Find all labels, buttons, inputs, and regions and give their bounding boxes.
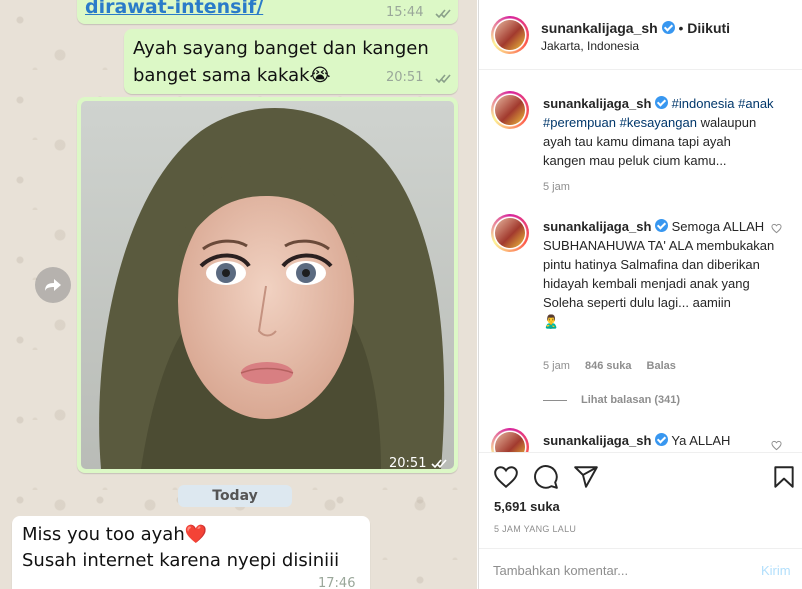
message-time: 20:51: [386, 70, 424, 85]
heart-outline-icon[interactable]: [771, 223, 782, 234]
reply-button[interactable]: Balas: [647, 360, 676, 372]
portrait-illustration: [99, 108, 445, 469]
avatar[interactable]: [491, 428, 529, 452]
double-check-icon: [435, 74, 451, 84]
heart-outline-icon[interactable]: [771, 440, 782, 451]
view-replies-button[interactable]: Lihat balasan (341): [543, 394, 680, 406]
double-check-icon: [431, 459, 447, 469]
username-link[interactable]: sunankalijaga_sh: [543, 433, 651, 448]
emoji: 🙎‍♂️: [543, 314, 560, 329]
chat-screenshot: dirawat-intensif/ 15:44 Ayah sayang bang…: [0, 0, 477, 589]
share-icon[interactable]: [573, 464, 599, 490]
verified-badge-icon: [655, 96, 669, 109]
comment-meta: 5 jam 846 suka Balas: [543, 360, 688, 372]
avatar[interactable]: [491, 214, 529, 252]
portrait-photo[interactable]: 20:51: [81, 101, 454, 469]
add-comment-bar: Kirim: [479, 548, 802, 589]
heart-icon[interactable]: [493, 464, 519, 490]
link-message-bubble: dirawat-intensif/ 15:44: [77, 0, 458, 24]
caption-time[interactable]: 5 jam: [543, 181, 570, 193]
comment-input[interactable]: [493, 559, 733, 581]
avatar[interactable]: [491, 91, 529, 129]
post-actions: 5,691 suka 5 JAM YANG LALU: [479, 452, 802, 548]
date-separator: Today: [178, 485, 292, 507]
bookmark-icon[interactable]: [771, 464, 797, 490]
post-timestamp[interactable]: 5 JAM YANG LALU: [494, 524, 576, 534]
outgoing-message-bubble: Ayah sayang banget dan kangen banget sam…: [124, 29, 458, 94]
username-link[interactable]: sunankalijaga_sh: [543, 96, 651, 111]
comment-likes[interactable]: 846 suka: [585, 360, 631, 372]
message-text-line: Miss you too ayah❤️: [22, 524, 208, 545]
comment-icon[interactable]: [533, 464, 559, 490]
comments-list[interactable]: sunankalijaga_sh #indonesia #anak #perem…: [479, 71, 802, 452]
message-time: 15:44: [386, 5, 424, 20]
post-header: sunankalijaga_sh • Diikuti Jakarta, Indo…: [479, 0, 802, 70]
avatar[interactable]: [491, 16, 529, 54]
forward-arrow-icon: [45, 279, 61, 291]
verified-badge-icon: [655, 433, 669, 446]
verified-badge-icon: [655, 219, 669, 232]
follow-status-button[interactable]: Diikuti: [687, 20, 730, 36]
location-link[interactable]: Jakarta, Indonesia: [541, 39, 639, 53]
like-count[interactable]: 5,691 suka: [494, 499, 560, 514]
username-link[interactable]: sunankalijaga_sh: [541, 20, 658, 36]
separator-dot: •: [678, 20, 684, 36]
message-text-line: Susah internet karena nyepi disiniii: [22, 550, 340, 571]
username-link[interactable]: sunankalijaga_sh: [543, 219, 651, 234]
message-time: 20:51: [389, 456, 427, 469]
link-text[interactable]: dirawat-intensif/: [85, 0, 263, 18]
forward-button[interactable]: [35, 267, 71, 303]
photo-message-bubble: 20:51: [77, 97, 458, 473]
incoming-message-bubble: Miss you too ayah❤️ Susah internet karen…: [12, 516, 370, 589]
message-time: 17:46: [318, 576, 356, 589]
double-check-icon: [435, 9, 451, 19]
post-comment-button[interactable]: Kirim: [761, 563, 791, 578]
post-side-panel: sunankalijaga_sh • Diikuti Jakarta, Indo…: [478, 0, 802, 589]
comment-time[interactable]: 5 jam: [543, 360, 570, 372]
verified-badge-icon: [661, 21, 675, 34]
comment-text: Ya ALLAH: [671, 433, 731, 448]
